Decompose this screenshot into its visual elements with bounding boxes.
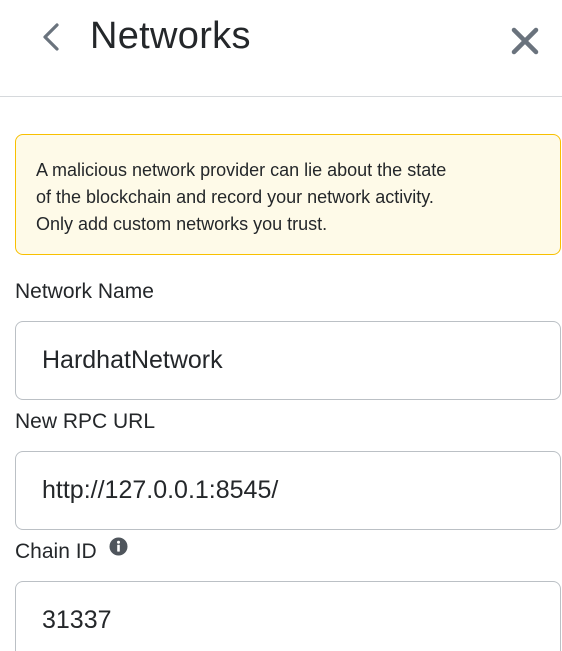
- back-button[interactable]: [38, 20, 64, 54]
- chain-id-label-row: Chain ID: [15, 536, 128, 566]
- warning-banner: A malicious network provider can lie abo…: [15, 134, 561, 255]
- warning-line: of the blockchain and record your networ…: [36, 187, 434, 207]
- chain-id-input[interactable]: [15, 581, 561, 651]
- close-button[interactable]: [510, 26, 540, 56]
- header: Networks: [0, 0, 562, 97]
- page-title: Networks: [90, 15, 251, 57]
- networks-page: Networks A malicious network provider ca…: [0, 0, 562, 651]
- warning-line: Only add custom networks you trust.: [36, 214, 328, 234]
- rpc-url-label: New RPC URL: [15, 410, 156, 433]
- chain-id-label: Chain ID: [15, 540, 97, 563]
- info-icon[interactable]: [109, 536, 128, 564]
- close-icon: [511, 27, 539, 55]
- network-name-input[interactable]: [15, 321, 561, 400]
- chevron-left-icon: [43, 23, 59, 51]
- network-name-label: Network Name: [15, 280, 154, 303]
- warning-line: A malicious network provider can lie abo…: [36, 160, 447, 180]
- rpc-url-input[interactable]: [15, 451, 561, 530]
